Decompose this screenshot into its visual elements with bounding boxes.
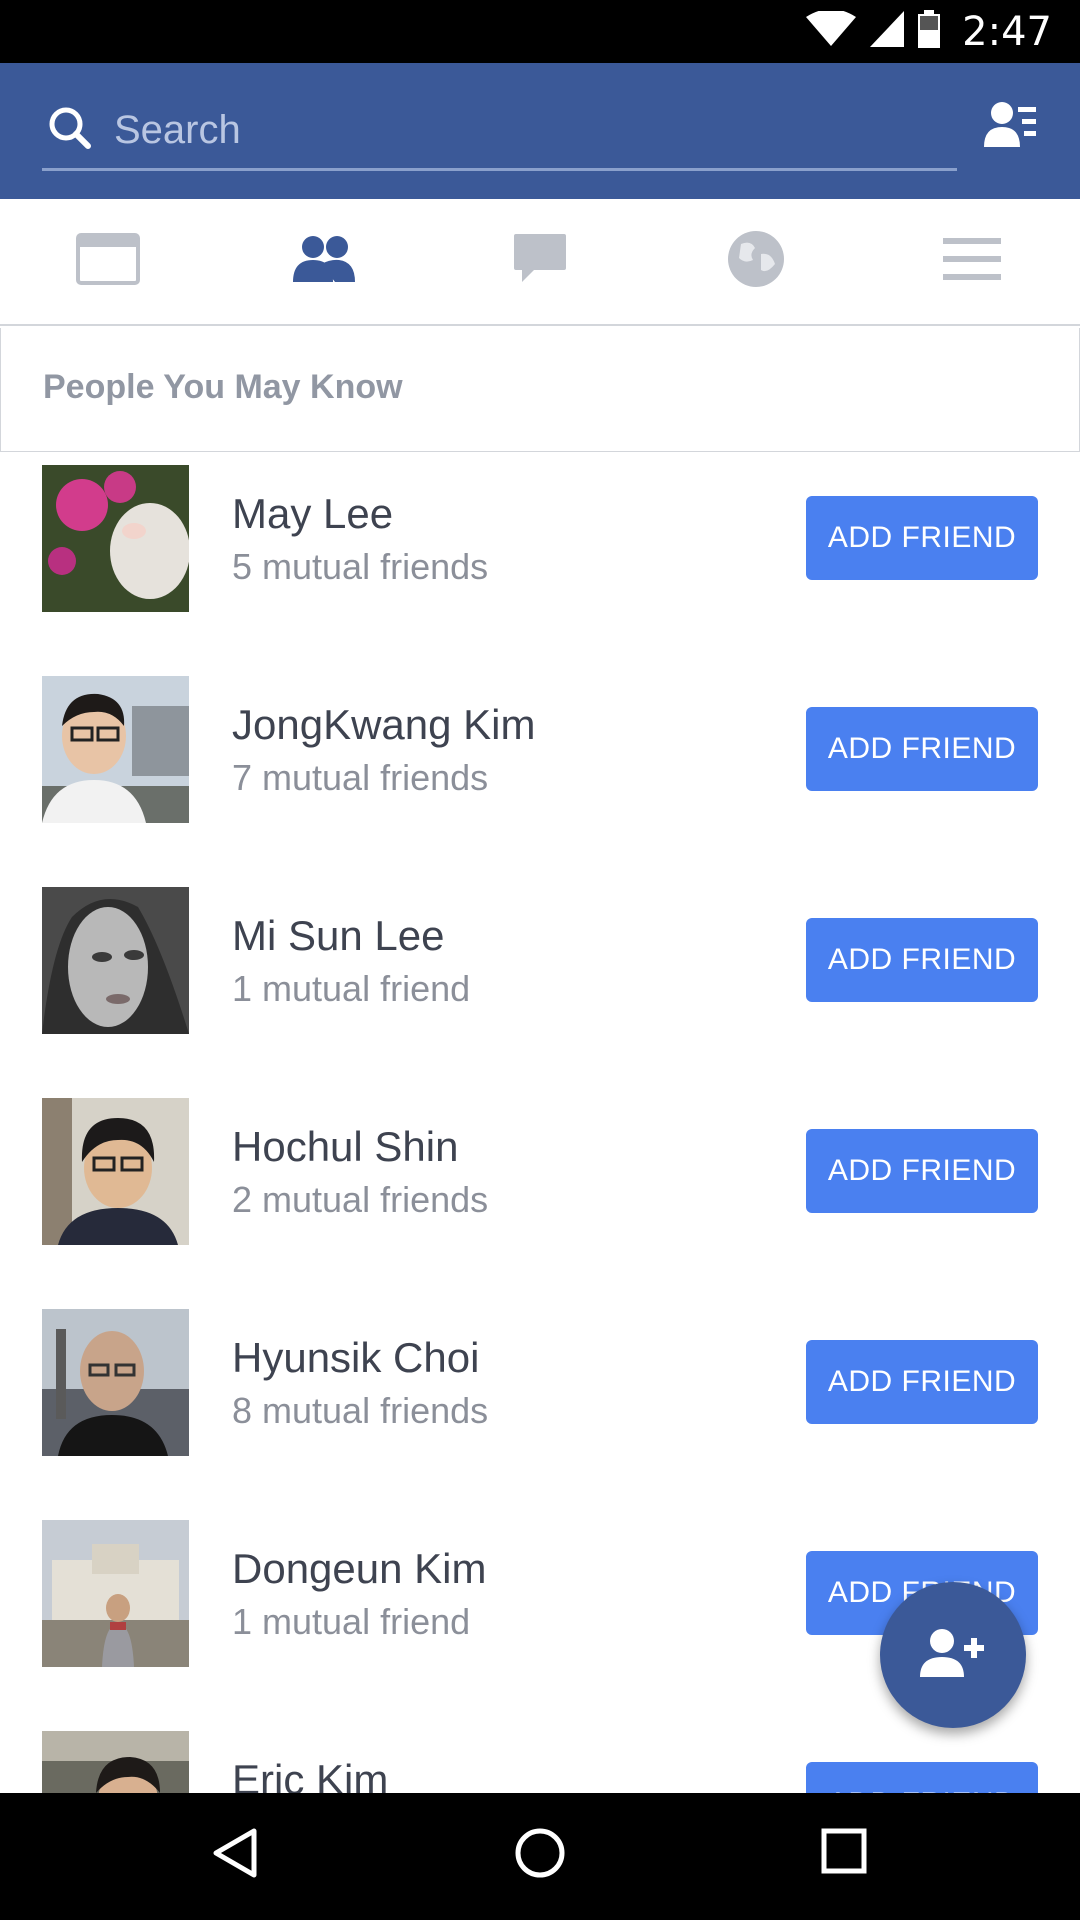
back-icon[interactable] bbox=[212, 1827, 258, 1884]
add-person-icon bbox=[920, 1627, 986, 1684]
tab-more[interactable] bbox=[864, 199, 1080, 324]
menu-icon bbox=[943, 236, 1001, 287]
person-name[interactable]: Mi Sun Lee bbox=[232, 912, 444, 960]
mutual-friends-count: 8 mutual friends bbox=[232, 1390, 489, 1431]
search-input[interactable] bbox=[114, 108, 814, 153]
mutual-friends-count: 7 mutual friends bbox=[232, 757, 489, 798]
tab-notifications[interactable] bbox=[648, 199, 864, 324]
section-title: People You May Know bbox=[43, 368, 403, 406]
add-friend-button[interactable]: ADD FRIEND bbox=[806, 918, 1038, 1002]
friend-list-icon[interactable] bbox=[984, 101, 1038, 154]
tab-friend-requests[interactable] bbox=[216, 199, 432, 324]
status-bar: 2:47 bbox=[0, 0, 1080, 63]
tab-bar bbox=[0, 199, 1080, 326]
person-row[interactable]: JongKwang Kim 7 mutual friends ADD FRIEN… bbox=[0, 663, 1080, 874]
mutual-friends-count: 5 mutual friends bbox=[232, 546, 489, 587]
news-feed-icon bbox=[76, 233, 140, 290]
tab-news-feed[interactable] bbox=[0, 199, 216, 324]
person-name[interactable]: Dongeun Kim bbox=[232, 1545, 486, 1593]
mutual-friends-count: 1 mutual friend bbox=[232, 1601, 471, 1642]
friends-icon bbox=[291, 234, 357, 289]
avatar[interactable] bbox=[42, 1098, 189, 1245]
avatar[interactable] bbox=[42, 1520, 189, 1667]
person-name[interactable]: Hochul Shin bbox=[232, 1123, 458, 1171]
avatar[interactable] bbox=[42, 887, 189, 1034]
wifi-icon bbox=[806, 9, 857, 52]
person-name[interactable]: Eric Kim bbox=[232, 1756, 388, 1793]
section-header: People You May Know bbox=[0, 328, 1080, 452]
mutual-friends-count: 2 mutual friends bbox=[232, 1179, 489, 1220]
person-row[interactable]: Hyunsik Choi 8 mutual friends ADD FRIEND bbox=[0, 1296, 1080, 1507]
person-name[interactable]: Hyunsik Choi bbox=[232, 1334, 479, 1382]
recents-icon[interactable] bbox=[820, 1827, 868, 1880]
person-row[interactable]: Eric Kim ADD FRIEND bbox=[0, 1718, 1080, 1793]
avatar[interactable] bbox=[42, 465, 189, 612]
add-friend-button[interactable]: ADD FRIEND bbox=[806, 496, 1038, 580]
mutual-friends-count: 1 mutual friend bbox=[232, 968, 471, 1009]
search-bar[interactable] bbox=[42, 93, 957, 171]
search-icon bbox=[42, 106, 92, 155]
add-friend-button[interactable]: ADD FRIEND bbox=[806, 1340, 1038, 1424]
avatar[interactable] bbox=[42, 1309, 189, 1456]
tab-messages[interactable] bbox=[432, 199, 648, 324]
person-row[interactable]: Hochul Shin 2 mutual friends ADD FRIEND bbox=[0, 1085, 1080, 1296]
person-name[interactable]: JongKwang Kim bbox=[232, 701, 536, 749]
signal-icon bbox=[870, 11, 905, 52]
add-friend-button[interactable]: ADD FRIEND bbox=[806, 707, 1038, 791]
avatar[interactable] bbox=[42, 1731, 189, 1793]
top-bar bbox=[0, 63, 1080, 199]
person-row[interactable]: May Lee 5 mutual friends ADD FRIEND bbox=[0, 452, 1080, 663]
navigation-bar bbox=[0, 1793, 1080, 1920]
avatar[interactable] bbox=[42, 676, 189, 823]
globe-icon bbox=[727, 230, 785, 293]
person-name[interactable]: May Lee bbox=[232, 490, 393, 538]
add-friend-button[interactable]: ADD FRIEND bbox=[806, 1762, 1038, 1793]
status-time: 2:47 bbox=[962, 8, 1052, 55]
find-friends-fab[interactable] bbox=[880, 1582, 1026, 1728]
add-friend-button[interactable]: ADD FRIEND bbox=[806, 1129, 1038, 1213]
person-row[interactable]: Mi Sun Lee 1 mutual friend ADD FRIEND bbox=[0, 874, 1080, 1085]
home-icon[interactable] bbox=[514, 1827, 566, 1884]
message-icon bbox=[512, 232, 568, 291]
battery-icon bbox=[918, 10, 941, 53]
